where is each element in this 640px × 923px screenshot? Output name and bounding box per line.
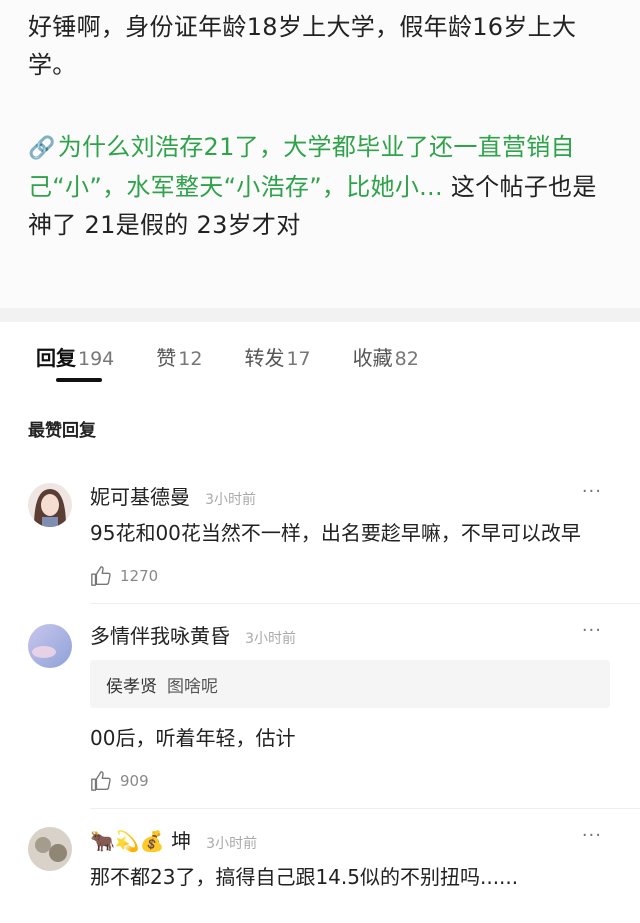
more-options-icon[interactable]: ··· <box>582 481 602 502</box>
comment-time: 3小时前 <box>245 631 297 647</box>
comment-author[interactable]: 🐂💫💰 坤 <box>90 825 191 854</box>
separator <box>0 308 640 322</box>
tab-replies[interactable]: 回复 194 <box>36 342 115 382</box>
comment-item: 🐂💫💰 坤 3小时前 ··· 那不都23了，搞得自己跟14.5似的不别扭吗...… <box>0 825 640 893</box>
post-link-paragraph: 🔗为什么刘浩存21了，大学都毕业了还一直营销自己“小”，水军整天“小浩存”，比她… <box>28 128 612 244</box>
tab-label: 转发 <box>244 346 285 370</box>
avatar[interactable] <box>28 624 72 668</box>
thumbs-up-icon <box>91 566 111 586</box>
active-tab-indicator <box>56 378 102 382</box>
tab-label: 回复 <box>36 346 76 370</box>
quoted-reply[interactable]: 侯孝贤 图啥呢 <box>90 660 610 708</box>
thumbs-up-icon <box>91 771 111 791</box>
comment-text: 95花和00花当然不一样，出名要趁早嘛，不早可以改早 <box>90 521 581 545</box>
quoted-text: 图啥呢 <box>167 677 218 697</box>
avatar[interactable] <box>28 827 72 871</box>
post-content: 好锤啊，身份证年龄18岁上大学，假年龄16岁上大学。 🔗为什么刘浩存21了，大学… <box>0 0 640 308</box>
quoted-author: 侯孝贤 <box>106 677 157 697</box>
tab-likes[interactable]: 赞 12 <box>156 342 202 374</box>
tab-reposts[interactable]: 转发 17 <box>244 342 310 374</box>
comment-text: 00后，听着年轻，估计 <box>90 726 296 750</box>
avatar[interactable] <box>28 483 72 527</box>
comment-time: 3小时前 <box>206 836 258 852</box>
section-title: 最赞回复 <box>28 421 96 441</box>
like-count: 1270 <box>120 567 159 585</box>
comment-time: 3小时前 <box>205 492 257 508</box>
comment-item: 妮可基德曼 3小时前 ··· 95花和00花当然不一样，出名要趁早嘛，不早可以改… <box>0 481 640 587</box>
tab-count: 194 <box>78 348 115 370</box>
comment-author[interactable]: 妮可基德曼 <box>90 481 190 510</box>
post-body: 好锤啊，身份证年龄18岁上大学，假年龄16岁上大学。 <box>28 13 577 79</box>
comment-author[interactable]: 多情伴我咏黄昏 <box>90 620 230 649</box>
like-button[interactable]: 1270 <box>90 565 640 587</box>
comment-item: 多情伴我咏黄昏 3小时前 ··· 侯孝贤 图啥呢 00后，听着年轻，估计 909 <box>0 620 640 792</box>
comment-text: 那不都23了，搞得自己跟14.5似的不别扭吗...... <box>90 865 519 889</box>
link-icon: 🔗 <box>28 136 56 161</box>
comments-panel: 回复 194 赞 12 转发 17 收藏 82 最赞回复 妮可基德曼 3小时前 ··· <box>0 322 640 923</box>
divider <box>90 808 640 809</box>
divider <box>90 603 640 604</box>
tab-bar: 回复 194 赞 12 转发 17 收藏 82 <box>0 322 640 382</box>
tab-favorites[interactable]: 收藏 82 <box>353 342 419 374</box>
comment-header: 多情伴我咏黄昏 3小时前 ··· <box>90 620 640 650</box>
comment-header: 妮可基德曼 3小时前 ··· <box>90 481 640 511</box>
comment-header: 🐂💫💰 坤 3小时前 ··· <box>90 825 640 855</box>
tab-label: 赞 <box>156 346 177 370</box>
tab-count: 17 <box>286 348 311 370</box>
tab-count: 82 <box>394 348 419 370</box>
like-count: 909 <box>120 772 149 790</box>
tab-label: 收藏 <box>352 346 393 370</box>
like-button[interactable]: 909 <box>90 770 640 792</box>
more-options-icon[interactable]: ··· <box>582 620 602 641</box>
more-options-icon[interactable]: ··· <box>582 825 602 846</box>
tab-count: 12 <box>178 348 203 370</box>
